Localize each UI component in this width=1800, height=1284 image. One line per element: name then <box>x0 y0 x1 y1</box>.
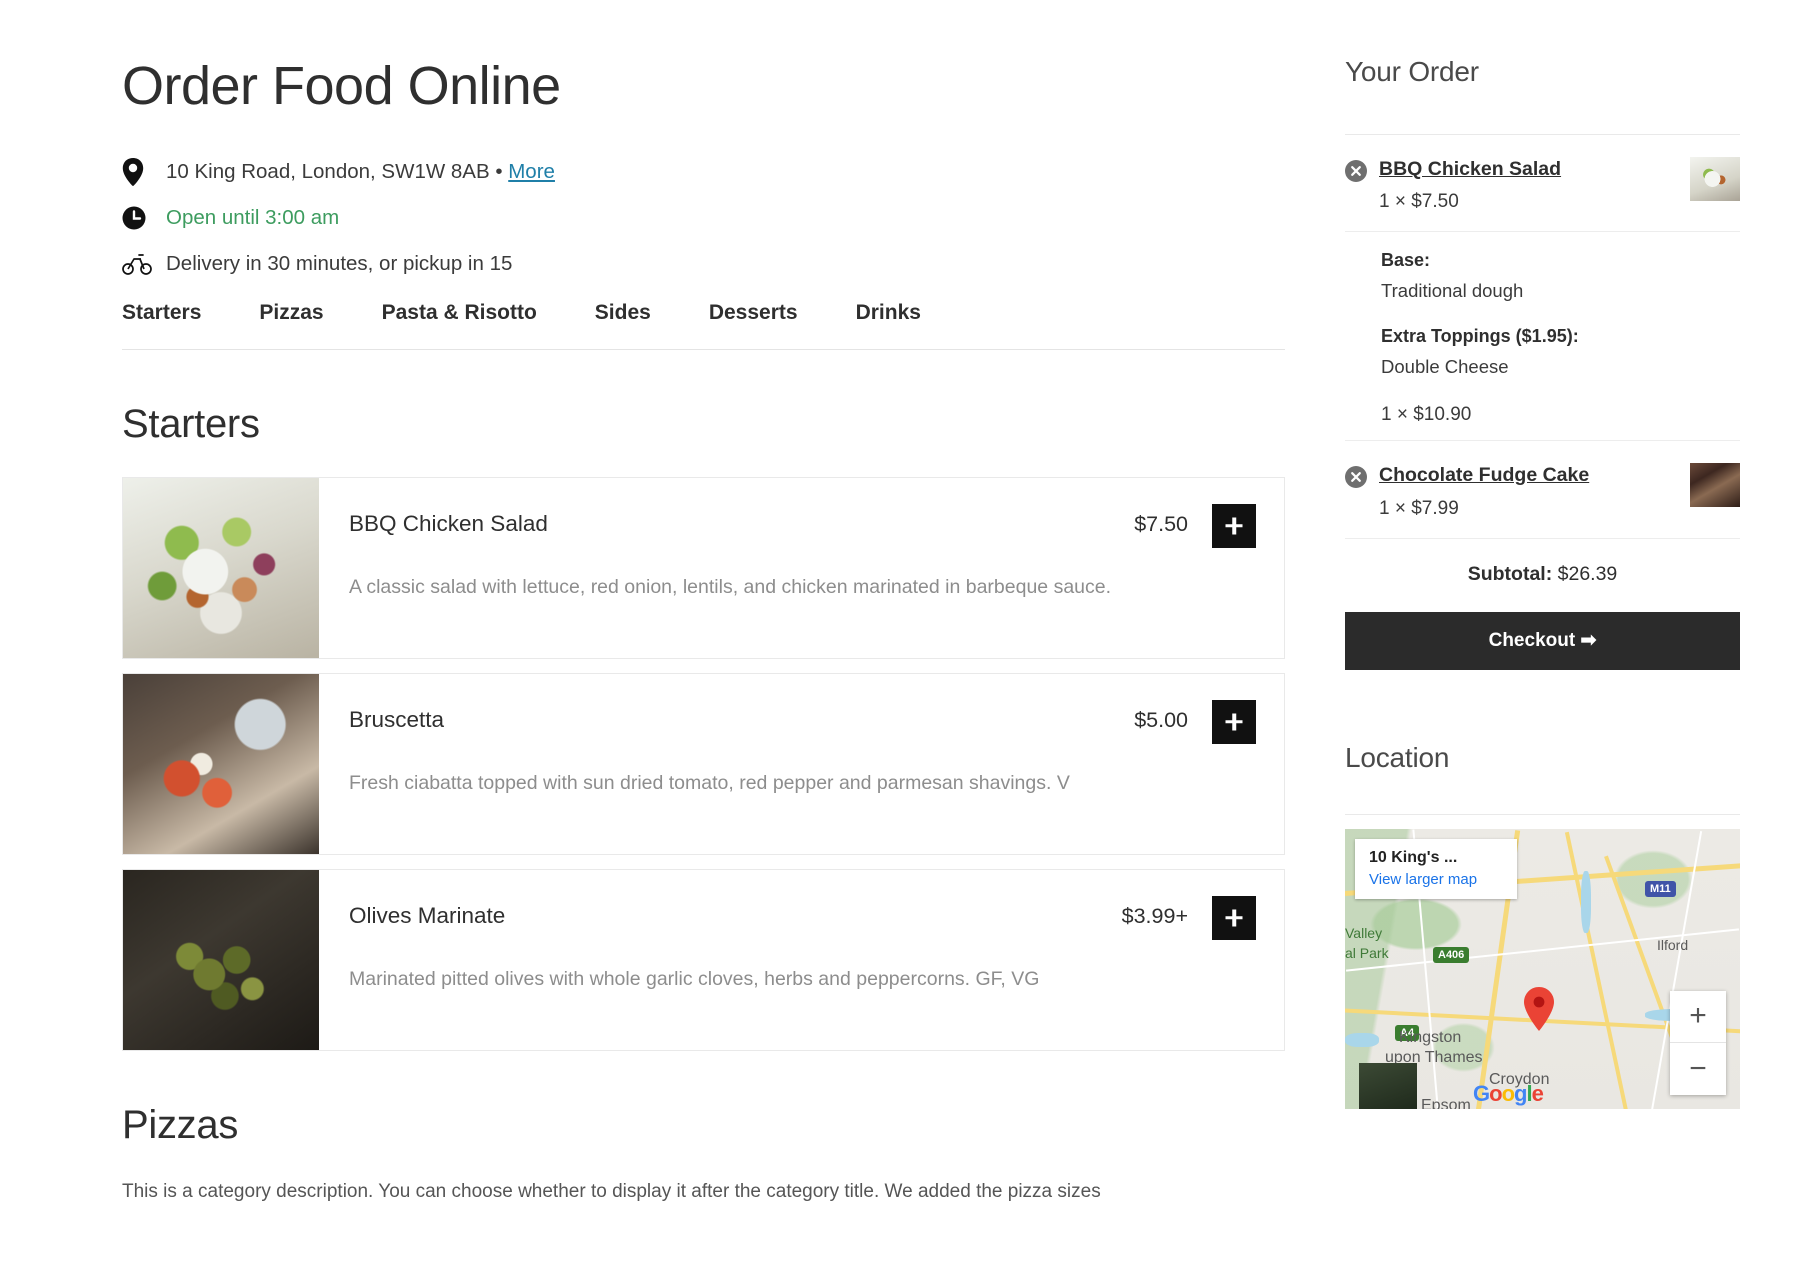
nav-tab-pizzas[interactable]: Pizzas <box>259 301 323 325</box>
map-place-label: Valley <box>1345 924 1383 941</box>
google-logo: Google <box>1473 1080 1544 1106</box>
menu-item-name: Olives Marinate <box>349 902 506 928</box>
menu-item-image <box>123 869 319 1050</box>
subtotal-value: $26.39 <box>1557 562 1618 585</box>
map-place-label: al Park <box>1345 944 1389 961</box>
map-zoom-controls: + − <box>1670 990 1726 1095</box>
menu-item-price: $3.99+ <box>1121 903 1188 928</box>
section-title-pizzas: Pizzas <box>122 1102 239 1147</box>
view-larger-map-link[interactable]: View larger map <box>1369 871 1503 888</box>
menu-item-image <box>123 477 319 658</box>
menu-item-description: A classic salad with lettuce, red onion,… <box>349 575 1112 598</box>
map-zoom-out-button[interactable]: − <box>1670 1043 1726 1095</box>
menu-item-header: Bruscetta $5.00 <box>349 699 1256 744</box>
map-zoom-in-button[interactable]: + <box>1670 991 1726 1043</box>
order-item-thumbnail <box>1690 463 1740 508</box>
map-shield-label: A406 <box>1433 946 1470 963</box>
menu-item-name: Bruscetta <box>349 706 445 732</box>
menu-item-card[interactable]: Bruscetta $5.00 Fresh ciabatta topped wi… <box>122 672 1285 855</box>
option-label-toppings: Extra Toppings ($1.95): <box>1381 326 1579 347</box>
option-qty-price: 1 × $10.90 <box>1381 404 1472 426</box>
order-line-item: BBQ Chicken Salad 1 × $7.50 <box>1345 135 1740 231</box>
remove-circle-icon[interactable] <box>1345 157 1379 213</box>
location-map[interactable]: M11 A406 A4 Ilford Valley al Park Kingst… <box>1345 828 1740 1109</box>
order-item-name[interactable]: Chocolate Fudge Cake <box>1379 463 1680 488</box>
starters-menu-list: BBQ Chicken Salad $7.50 A classic salad … <box>122 476 1285 1051</box>
order-item-thumbnail <box>1690 157 1740 201</box>
add-to-order-button[interactable] <box>1212 699 1256 744</box>
hours-row: Open until 3:00 am <box>122 195 1285 241</box>
menu-item-header: Olives Marinate $3.99+ <box>349 895 1256 940</box>
map-info-card[interactable]: 10 King's ... View larger map <box>1355 838 1517 899</box>
map-shield-label: M11 <box>1645 880 1676 897</box>
pizzas-category-description: This is a category description. You can … <box>122 1180 1101 1202</box>
map-water <box>1345 1032 1379 1047</box>
add-to-order-button[interactable] <box>1212 895 1256 940</box>
option-label-base: Base: <box>1381 250 1431 271</box>
address-text: 10 King Road, London, SW1W 8AB • More <box>166 160 555 184</box>
checkout-button[interactable]: Checkout ➡ <box>1345 611 1740 670</box>
page-title: Order Food Online <box>122 56 561 116</box>
bicycle-icon <box>122 253 166 275</box>
order-sidebar: Your Order BBQ Chicken Salad 1 × $7.50 B… <box>1285 0 1800 1284</box>
menu-item-body: Bruscetta $5.00 Fresh ciabatta topped wi… <box>319 674 1284 854</box>
menu-item-header: BBQ Chicken Salad $7.50 <box>349 503 1256 548</box>
nav-tab-drinks[interactable]: Drinks <box>856 301 921 325</box>
map-pin-icon <box>122 157 166 186</box>
order-item-text: Chocolate Fudge Cake 1 × $7.99 <box>1379 463 1680 519</box>
arrow-right-icon: ➡ <box>1580 630 1597 652</box>
map-street-view-thumbnail[interactable] <box>1359 1062 1417 1109</box>
option-value-base: Traditional dough <box>1381 280 1524 302</box>
category-nav: Starters Pizzas Pasta & Risotto Sides De… <box>122 301 1285 350</box>
order-line-item: Chocolate Fudge Cake 1 × $7.99 <box>1345 441 1740 537</box>
map-place-label: Kingston <box>1399 1028 1462 1046</box>
nav-tab-starters[interactable]: Starters <box>122 301 201 325</box>
map-marker-pin-icon <box>1523 986 1555 1031</box>
address-row: 10 King Road, London, SW1W 8AB • More <box>122 149 1285 195</box>
option-value-toppings: Double Cheese <box>1381 356 1509 378</box>
remove-circle-icon[interactable] <box>1345 463 1379 519</box>
menu-item-name: BBQ Chicken Salad <box>349 510 548 536</box>
menu-item-image <box>123 673 319 854</box>
map-place-label: Epsom <box>1421 1096 1471 1109</box>
more-link[interactable]: More <box>508 160 555 183</box>
order-item-text: BBQ Chicken Salad 1 × $7.50 <box>1379 157 1680 213</box>
subtotal-label: Subtotal: <box>1467 562 1553 585</box>
nav-tab-desserts[interactable]: Desserts <box>709 301 798 325</box>
your-order-title: Your Order <box>1345 56 1479 87</box>
menu-item-body: BBQ Chicken Salad $7.50 A classic salad … <box>319 478 1284 658</box>
menu-item-body: Olives Marinate $3.99+ Marinated pitted … <box>319 870 1284 1050</box>
order-option-base: Base: Traditional dough <box>1345 231 1740 316</box>
nav-tab-pasta-risotto[interactable]: Pasta & Risotto <box>382 301 537 325</box>
address-value: 10 King Road, London, SW1W 8AB <box>166 159 490 183</box>
clock-icon <box>122 206 166 230</box>
menu-item-description: Marinated pitted olives with whole garli… <box>349 967 1040 990</box>
order-item-qty-price: 1 × $7.99 <box>1379 497 1459 519</box>
menu-item-price: $5.00 <box>1134 707 1188 732</box>
order-option-toppings: Extra Toppings ($1.95): Double Cheese 1 … <box>1345 316 1740 440</box>
section-title-starters: Starters <box>122 401 260 446</box>
order-food-page: Order Food Online 10 King Road, London, … <box>0 0 1800 1284</box>
nav-tab-sides[interactable]: Sides <box>595 301 651 325</box>
location-title: Location <box>1345 741 1450 773</box>
checkout-label: Checkout <box>1488 630 1576 652</box>
map-place-label: Ilford <box>1657 936 1689 953</box>
restaurant-meta: 10 King Road, London, SW1W 8AB • More Op… <box>122 149 1285 287</box>
menu-item-card[interactable]: BBQ Chicken Salad $7.50 A classic salad … <box>122 476 1285 659</box>
menu-item-card[interactable]: Olives Marinate $3.99+ Marinated pitted … <box>122 868 1285 1051</box>
delivery-text: Delivery in 30 minutes, or pickup in 15 <box>166 251 513 275</box>
address-separator: • <box>495 159 503 183</box>
map-water <box>1581 870 1591 933</box>
hours-text: Open until 3:00 am <box>166 205 340 229</box>
add-to-order-button[interactable] <box>1212 503 1256 548</box>
delivery-row: Delivery in 30 minutes, or pickup in 15 <box>122 241 1285 287</box>
menu-item-description: Fresh ciabatta topped with sun dried tom… <box>349 771 1070 794</box>
map-info-title: 10 King's ... <box>1369 848 1458 866</box>
menu-item-price: $7.50 <box>1134 511 1188 536</box>
divider <box>1345 813 1740 815</box>
order-item-name[interactable]: BBQ Chicken Salad <box>1379 157 1680 182</box>
main-content: Order Food Online 10 King Road, London, … <box>0 0 1285 1284</box>
subtotal-row: Subtotal: $26.39 <box>1345 539 1740 612</box>
order-item-qty-price: 1 × $7.50 <box>1379 191 1459 213</box>
